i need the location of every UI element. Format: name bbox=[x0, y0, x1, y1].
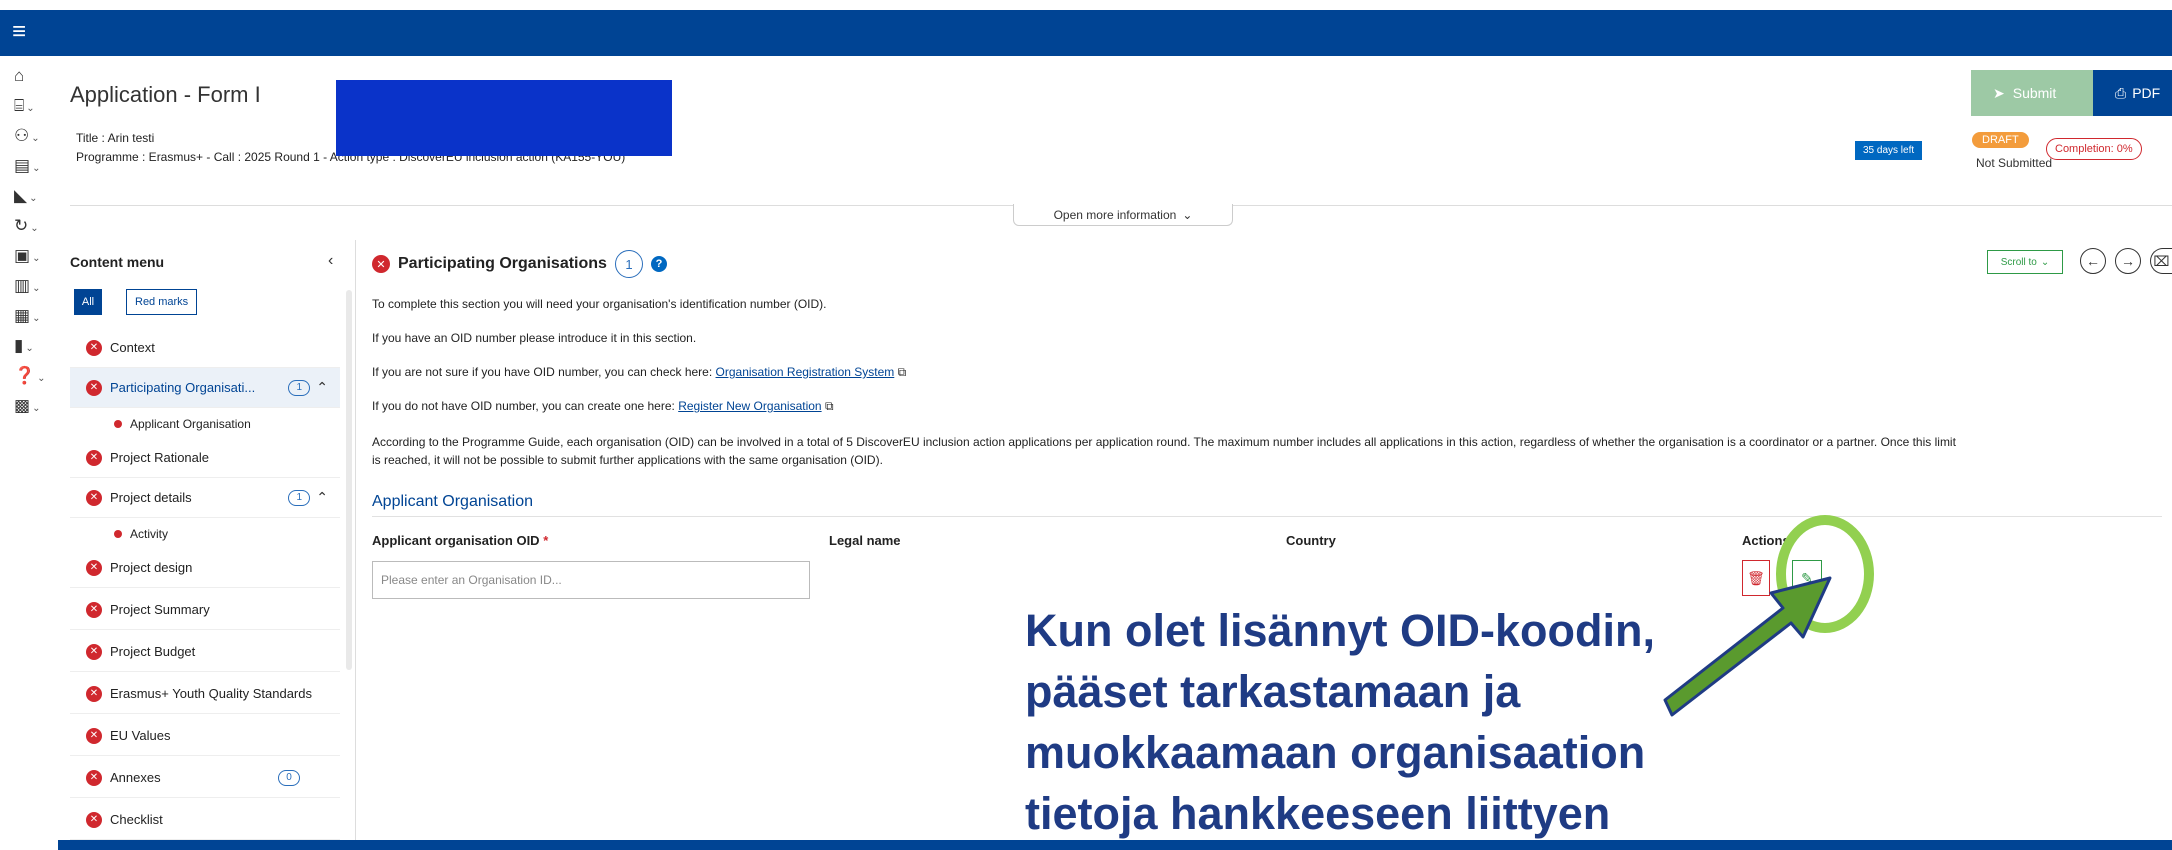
completion-badge: Completion: 0% bbox=[2046, 138, 2142, 160]
issue-count-badge: 1 bbox=[288, 379, 311, 396]
intro-paragraph-check: If you are not sure if you have OID numb… bbox=[372, 365, 907, 379]
external-link-icon: ⧉ bbox=[897, 365, 907, 379]
error-icon: ✕ bbox=[86, 643, 102, 660]
column-legal-name: Legal name bbox=[829, 533, 901, 548]
previous-section-icon[interactable]: ← bbox=[2080, 248, 2106, 274]
delete-button[interactable]: 🗑 bbox=[1742, 560, 1770, 596]
organisation-registration-link[interactable]: Organisation Registration System bbox=[716, 365, 895, 379]
menu-item-project-rationale[interactable]: ✕ Project Rationale bbox=[70, 438, 340, 478]
menu-item-youth-quality-standards[interactable]: ✕ Erasmus+ Youth Quality Standards bbox=[70, 674, 340, 714]
next-section-icon[interactable]: → bbox=[2115, 248, 2141, 274]
send-icon: ➤ bbox=[1993, 84, 2005, 101]
collapse-menu-icon[interactable]: ‹ bbox=[328, 252, 333, 270]
bottom-strip bbox=[58, 840, 2172, 850]
subsection-divider bbox=[372, 516, 2162, 517]
chevron-up-icon[interactable]: ⌃ bbox=[316, 489, 328, 506]
submission-status: Not Submitted bbox=[1976, 156, 2053, 170]
pdf-button[interactable]: ⎙ PDF bbox=[2093, 70, 2172, 116]
home-icon[interactable]: ⌂ bbox=[14, 66, 54, 92]
error-icon: ✕ bbox=[86, 339, 102, 356]
menu-item-annexes[interactable]: ✕ Annexes 0 bbox=[70, 758, 340, 798]
error-dot-icon bbox=[114, 530, 122, 538]
section-title: ✕ Participating Organisations 1 ? bbox=[372, 250, 667, 278]
institution-icon[interactable]: ⌸ ⌄ bbox=[14, 96, 54, 122]
help-icon[interactable]: ❓ ⌄ bbox=[14, 366, 54, 392]
programme-guide-paragraph-end: is reached, it will not be possible to s… bbox=[372, 453, 883, 467]
error-icon: ✕ bbox=[86, 727, 102, 744]
print-icon: ⎙ bbox=[2115, 84, 2127, 101]
error-icon: ✕ bbox=[86, 769, 102, 786]
error-dot-icon bbox=[114, 420, 122, 428]
content-menu: Content menu ‹ All Red marks ✕ Context ✕… bbox=[58, 240, 358, 850]
network-icon[interactable]: ⚇ ⌄ bbox=[14, 126, 54, 152]
menu-item-project-summary[interactable]: ✕ Project Summary bbox=[70, 590, 340, 630]
report-icon[interactable]: ▩ ⌄ bbox=[14, 396, 54, 422]
bus-icon[interactable]: ▣ ⌄ bbox=[14, 246, 54, 272]
chevron-up-icon[interactable]: ⌃ bbox=[316, 379, 328, 396]
oid-input[interactable] bbox=[372, 561, 810, 599]
menu-item-project-design[interactable]: ✕ Project design bbox=[70, 548, 340, 588]
top-bar-strip bbox=[0, 10, 2172, 56]
error-icon: ✕ bbox=[86, 685, 102, 702]
document-icon[interactable]: ▤ ⌄ bbox=[14, 156, 54, 182]
filter-red-marks-button[interactable]: Red marks bbox=[126, 289, 198, 315]
error-icon: ✕ bbox=[86, 489, 102, 506]
top-bar: ≡ bbox=[0, 0, 2172, 56]
save-icon[interactable]: ⌧ bbox=[2150, 248, 2172, 274]
error-icon: ✕ bbox=[86, 811, 102, 828]
library-icon[interactable]: ▦ ⌄ bbox=[14, 306, 54, 332]
page-header: Application - Form I Title : Arin testi … bbox=[58, 56, 2172, 206]
days-left-badge: 35 days left bbox=[1855, 141, 1923, 160]
register-new-organisation-link[interactable]: Register New Organisation bbox=[678, 399, 821, 413]
draft-badge: DRAFT bbox=[1972, 132, 2029, 148]
scroll-to-dropdown[interactable]: Scroll to ⌄ bbox=[1987, 250, 2063, 274]
content-menu-title: Content menu bbox=[70, 254, 165, 270]
sidebar-divider bbox=[355, 240, 356, 850]
error-icon: ✕ bbox=[372, 255, 390, 273]
annotation-text: Kun olet lisännyt OID-koodin, pääset tar… bbox=[1025, 605, 1655, 839]
help-icon[interactable]: ? bbox=[650, 256, 667, 272]
menu-item-checklist[interactable]: ✕ Checklist bbox=[70, 800, 340, 840]
highlight-circle bbox=[1776, 515, 1874, 633]
clipboard-icon[interactable]: ▥ ⌄ bbox=[14, 276, 54, 302]
chevron-down-icon: ⌄ bbox=[1182, 207, 1193, 222]
filter-all-button[interactable]: All bbox=[74, 289, 102, 315]
column-country: Country bbox=[1286, 533, 1336, 548]
menu-subitem-applicant-organisation[interactable]: Applicant Organisation bbox=[70, 410, 340, 438]
menu-item-project-details[interactable]: ✕ Project details 1 ⌃ bbox=[70, 478, 340, 518]
application-title-line: Title : Arin testi bbox=[76, 131, 155, 145]
issue-count-badge: 1 bbox=[288, 489, 311, 506]
applicant-organisation-heading: Applicant Organisation bbox=[372, 493, 533, 510]
error-icon: ✕ bbox=[86, 601, 102, 618]
issue-count-badge: 1 bbox=[614, 250, 643, 278]
chart-icon[interactable]: ▮ ⌄ bbox=[14, 336, 54, 362]
refresh-icon[interactable]: ↻ ⌄ bbox=[14, 216, 54, 242]
error-icon: ✕ bbox=[86, 559, 102, 576]
menu-item-eu-values[interactable]: ✕ EU Values bbox=[70, 716, 340, 756]
menu-item-participating-organisations[interactable]: ✕ Participating Organisati... 1 ⌃ bbox=[70, 368, 340, 408]
programme-guide-paragraph: According to the Programme Guide, each o… bbox=[372, 435, 1956, 449]
annotation-callout: Kun olet lisännyt OID-koodin, pääset tar… bbox=[1003, 600, 1723, 850]
menu-item-project-budget[interactable]: ✕ Project Budget bbox=[70, 632, 340, 672]
redaction-block bbox=[336, 80, 672, 156]
hamburger-menu-icon[interactable]: ≡ bbox=[12, 20, 26, 44]
issue-count-badge: 0 bbox=[278, 769, 300, 786]
external-link-icon: ⧉ bbox=[824, 399, 834, 413]
column-oid: Applicant organisation OID * bbox=[372, 533, 549, 548]
left-nav-rail: ⌂ ⌸ ⌄ ⚇ ⌄ ▤ ⌄ ◣ ⌄ ↻ ⌄ ▣ ⌄ ▥ ⌄ ▦ ⌄ ▮ ⌄ ❓ ⌄ ▩ ⌄ bbox=[0, 56, 58, 850]
menu-item-context[interactable]: ✕ Context bbox=[70, 328, 340, 368]
open-more-information-toggle[interactable]: Open more information ⌄ bbox=[1013, 204, 1233, 226]
trash-icon: 🗑 bbox=[1747, 569, 1765, 586]
error-icon: ✕ bbox=[86, 379, 102, 396]
menu-subitem-activity[interactable]: Activity bbox=[70, 520, 340, 548]
content-menu-scrollbar[interactable] bbox=[346, 290, 352, 670]
intro-paragraph-oid: To complete this section you will need y… bbox=[372, 297, 827, 311]
intro-paragraph-create: If you do not have OID number, you can c… bbox=[372, 399, 834, 413]
error-icon: ✕ bbox=[86, 449, 102, 466]
megaphone-icon[interactable]: ◣ ⌄ bbox=[14, 186, 54, 212]
intro-paragraph-introduce: If you have an OID number please introdu… bbox=[372, 331, 697, 345]
page-title: Application - Form I bbox=[70, 82, 261, 107]
chevron-down-icon: ⌄ bbox=[2040, 256, 2050, 268]
